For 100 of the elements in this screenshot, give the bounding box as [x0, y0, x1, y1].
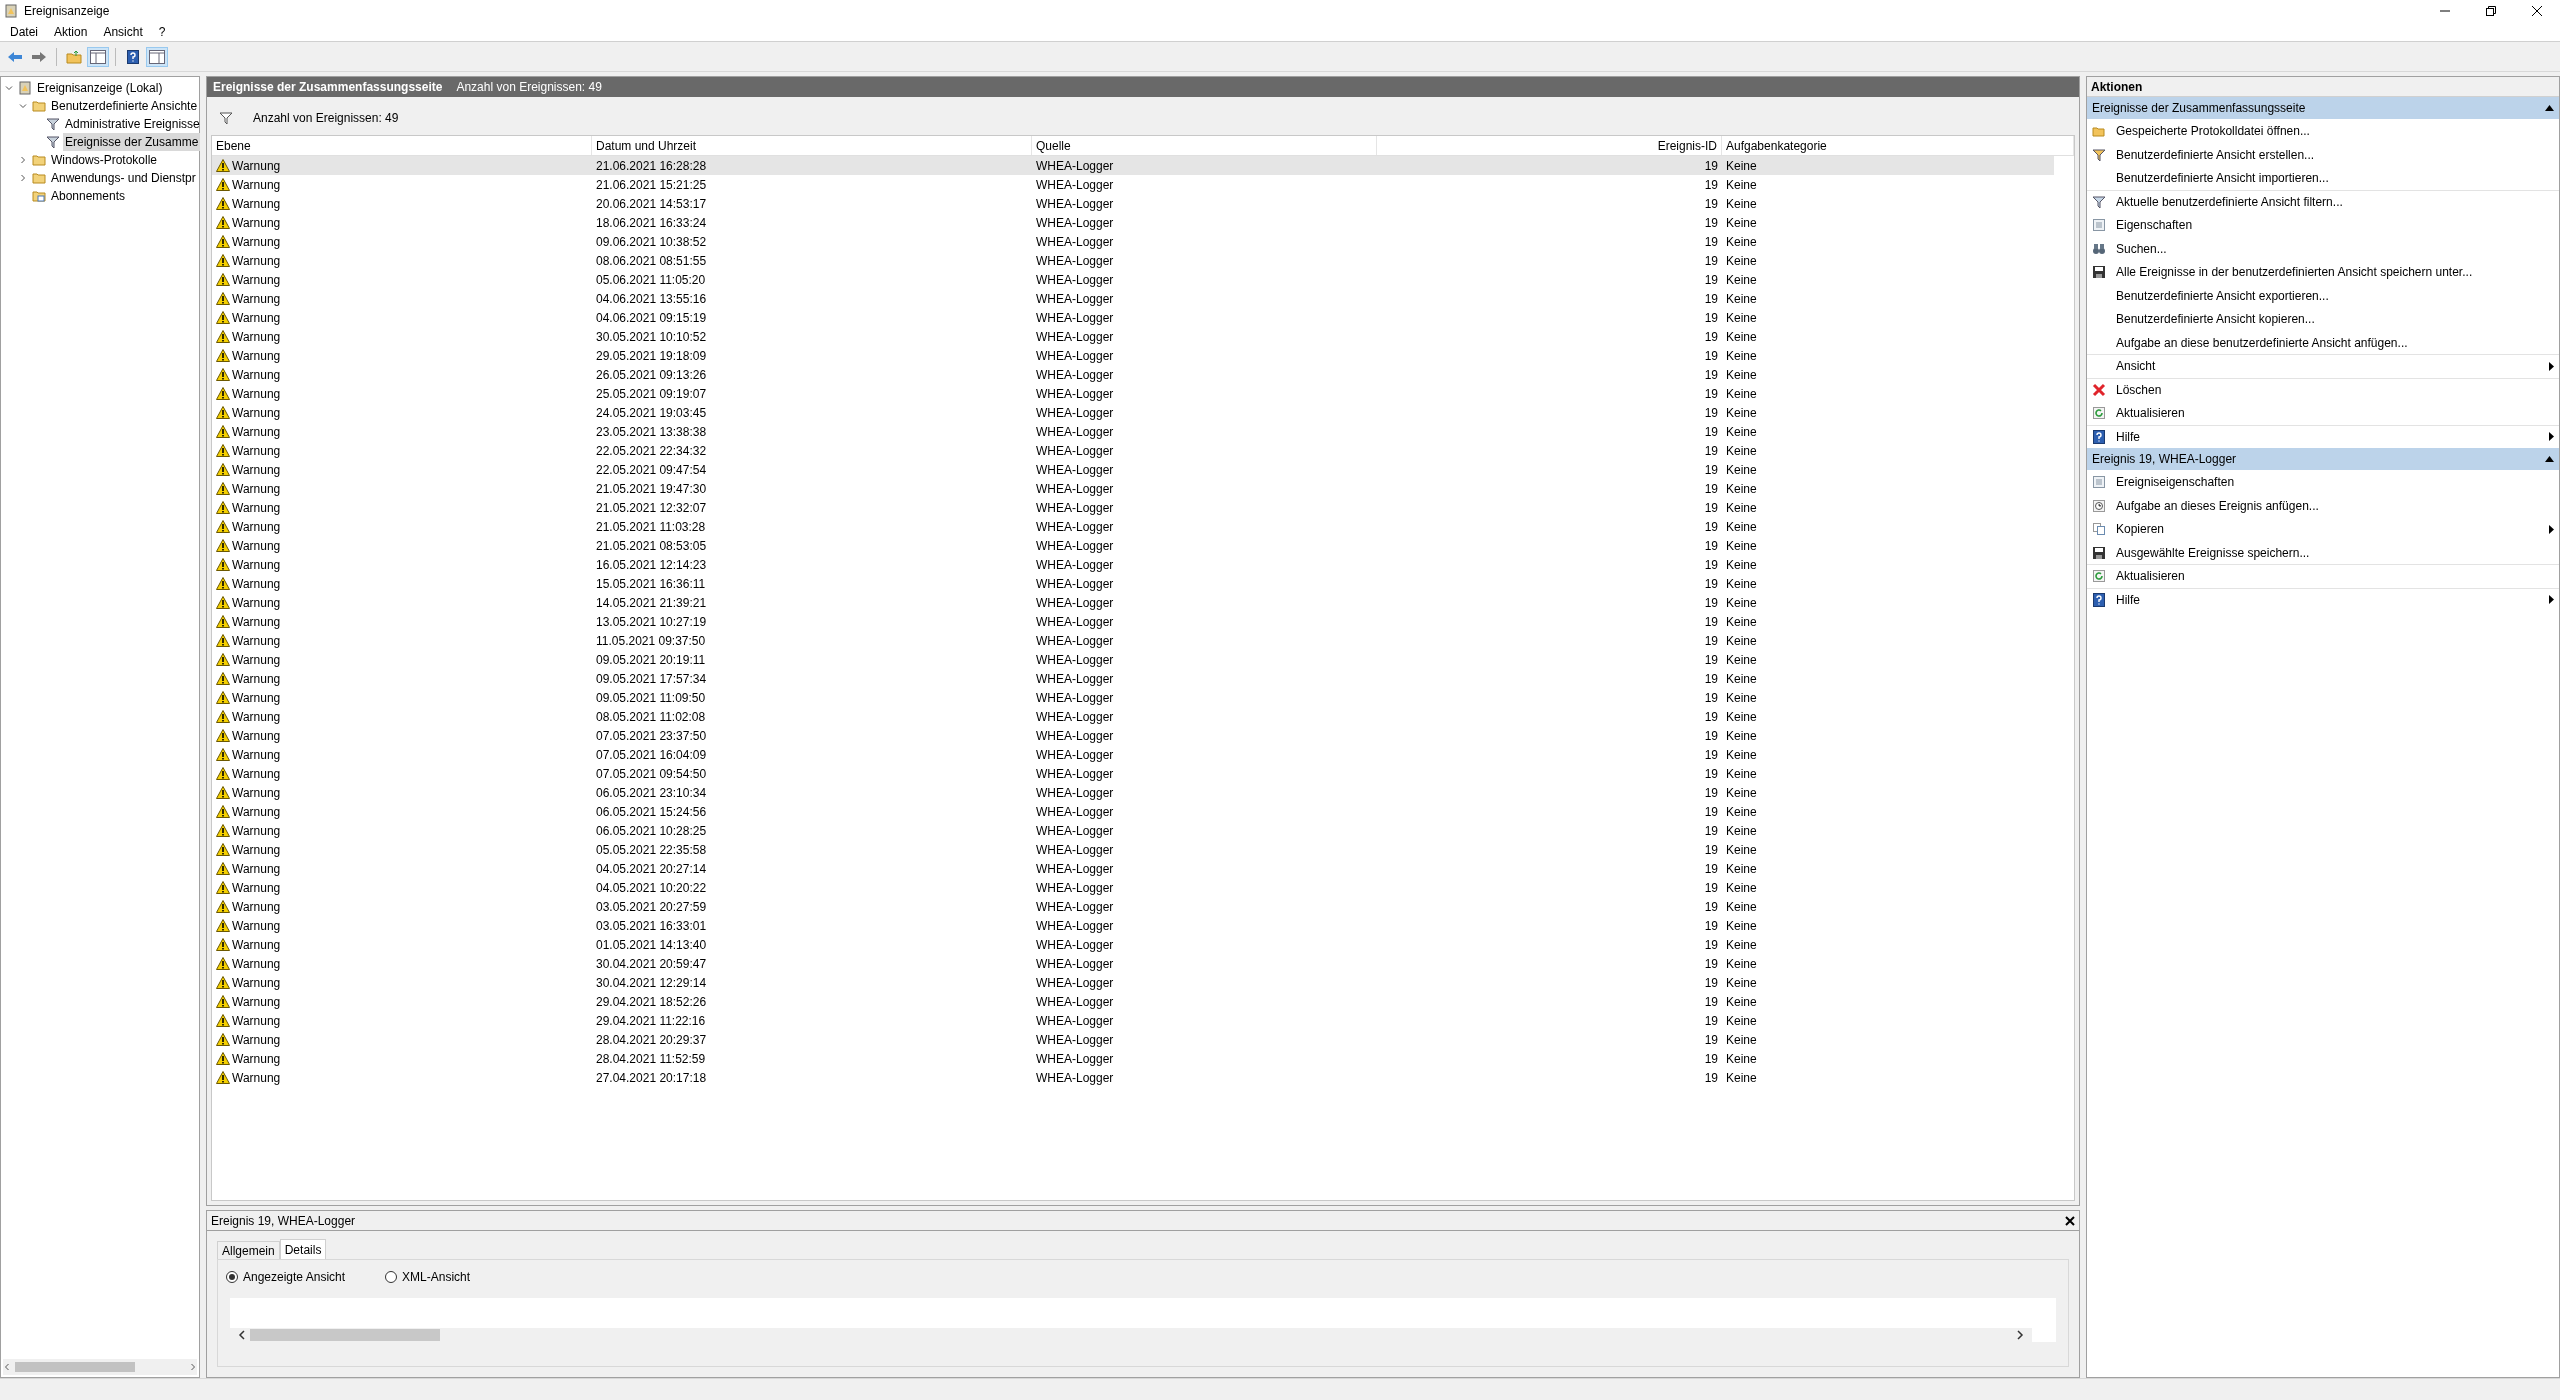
- table-row[interactable]: Warnung 30.05.2021 10:10:52 WHEA-Logger 19 Keine: [212, 327, 2054, 346]
- table-row[interactable]: Warnung 06.05.2021 23:10:34 WHEA-Logger 19 Keine: [212, 783, 2054, 802]
- table-row[interactable]: Warnung 30.04.2021 20:59:47 WHEA-Logger 19 Keine: [212, 954, 2054, 973]
- radio-button[interactable]: [385, 1271, 398, 1283]
- table-row[interactable]: Warnung 07.05.2021 23:37:50 WHEA-Logger 19 Keine: [212, 726, 2054, 745]
- table-row[interactable]: Warnung 29.04.2021 18:52:26 WHEA-Logger 19 Keine: [212, 992, 2054, 1011]
- close-icon[interactable]: [2065, 1215, 2075, 1226]
- table-row[interactable]: Warnung 04.05.2021 20:27:14 WHEA-Logger 19 Keine: [212, 859, 2054, 878]
- table-row[interactable]: Warnung 28.04.2021 11:52:59 WHEA-Logger 19 Keine: [212, 1049, 2054, 1068]
- action-item[interactable]: Aktualisieren: [2087, 564, 2559, 588]
- column-header[interactable]: Quelle: [1032, 136, 1377, 155]
- action-item[interactable]: Benutzerdefinierte Ansicht erstellen...: [2087, 142, 2559, 166]
- tree-item[interactable]: Abonnements: [49, 187, 128, 205]
- action-item[interactable]: Hilfe: [2087, 587, 2559, 611]
- action-item[interactable]: Aufgabe an diese benutzerdefinierte Ansicht anfügen...: [2087, 330, 2559, 354]
- table-row[interactable]: Warnung 04.05.2021 10:20:22 WHEA-Logger 19 Keine: [212, 878, 2054, 897]
- menu-item[interactable]: Aktion: [54, 22, 88, 41]
- table-row[interactable]: Warnung 23.05.2021 13:38:38 WHEA-Logger 19 Keine: [212, 422, 2054, 441]
- radio-button[interactable]: [226, 1271, 238, 1283]
- table-row[interactable]: Warnung 18.06.2021 16:33:24 WHEA-Logger 19 Keine: [212, 213, 2054, 232]
- action-item[interactable]: Aufgabe an dieses Ereignis anfügen...: [2087, 493, 2559, 517]
- action-item[interactable]: Ausgewählte Ereignisse speichern...: [2087, 540, 2559, 564]
- column-header[interactable]: Ereignis-ID: [1377, 136, 1722, 155]
- table-row[interactable]: Warnung 07.05.2021 09:54:50 WHEA-Logger 19 Keine: [212, 764, 2054, 783]
- table-row[interactable]: Warnung 09.05.2021 20:19:11 WHEA-Logger 19 Keine: [212, 650, 2054, 669]
- table-row[interactable]: Warnung 03.05.2021 16:33:01 WHEA-Logger 19 Keine: [212, 916, 2054, 935]
- tab[interactable]: Details: [279, 1239, 327, 1259]
- tree-item[interactable]: Benutzerdefinierte Ansichte: [49, 97, 200, 115]
- action-item[interactable]: Benutzerdefinierte Ansicht exportieren...: [2087, 283, 2559, 307]
- menu-item[interactable]: ?: [158, 22, 166, 41]
- section-header[interactable]: Ereignis 19, WHEA-Logger: [2087, 448, 2559, 470]
- table-row[interactable]: Warnung 05.05.2021 22:35:58 WHEA-Logger 19 Keine: [212, 840, 2054, 859]
- action-item[interactable]: Gespeicherte Protokolldatei öffnen...: [2087, 119, 2559, 143]
- chevron-down-icon[interactable]: [19, 102, 27, 110]
- table-row[interactable]: Warnung 21.05.2021 12:32:07 WHEA-Logger 19 Keine: [212, 498, 2054, 517]
- table-row[interactable]: Warnung 05.06.2021 11:05:20 WHEA-Logger 19 Keine: [212, 270, 2054, 289]
- table-row[interactable]: Warnung 22.05.2021 22:34:32 WHEA-Logger 19 Keine: [212, 441, 2054, 460]
- action-item[interactable]: Aktuelle benutzerdefinierte Ansicht filtern...: [2087, 189, 2559, 213]
- table-row[interactable]: Warnung 26.05.2021 09:13:26 WHEA-Logger 19 Keine: [212, 365, 2054, 384]
- table-row[interactable]: Warnung 09.05.2021 17:57:34 WHEA-Logger 19 Keine: [212, 669, 2054, 688]
- table-row[interactable]: Warnung 22.05.2021 09:47:54 WHEA-Logger 19 Keine: [212, 460, 2054, 479]
- table-row[interactable]: Warnung 25.05.2021 09:19:07 WHEA-Logger 19 Keine: [212, 384, 2054, 403]
- table-cell-text: WHEA-Logger: [1035, 328, 1115, 346]
- chevron-right-icon[interactable]: [2016, 1330, 2024, 1340]
- table-row[interactable]: Warnung 21.05.2021 19:47:30 WHEA-Logger 19 Keine: [212, 479, 2054, 498]
- column-header[interactable]: Ebene: [212, 136, 592, 155]
- collapse-arrow-icon[interactable]: [2545, 456, 2554, 462]
- tree-item[interactable]: Anwendungs- und Dienstpr: [49, 169, 198, 187]
- menu-item[interactable]: Datei: [10, 22, 38, 41]
- tree-item[interactable]: Ereignisse der Zusamme: [63, 133, 201, 151]
- section-header[interactable]: Ereignisse der Zusammenfassungsseite: [2087, 97, 2559, 119]
- table-row[interactable]: Warnung 27.04.2021 20:17:18 WHEA-Logger 19 Keine: [212, 1068, 2054, 1087]
- table-row[interactable]: Warnung 09.06.2021 10:38:52 WHEA-Logger 19 Keine: [212, 232, 2054, 251]
- table-row[interactable]: Warnung 08.06.2021 08:51:55 WHEA-Logger 19 Keine: [212, 251, 2054, 270]
- table-row[interactable]: Warnung 20.06.2021 14:53:17 WHEA-Logger 19 Keine: [212, 194, 2054, 213]
- table-row[interactable]: Warnung 30.04.2021 12:29:14 WHEA-Logger 19 Keine: [212, 973, 2054, 992]
- table-row[interactable]: Warnung 29.04.2021 11:22:16 WHEA-Logger 19 Keine: [212, 1011, 2054, 1030]
- action-item[interactable]: Benutzerdefinierte Ansicht kopieren...: [2087, 307, 2559, 331]
- action-item[interactable]: Suchen...: [2087, 236, 2559, 260]
- table-row[interactable]: Warnung 16.05.2021 12:14:23 WHEA-Logger 19 Keine: [212, 555, 2054, 574]
- action-item[interactable]: Aktualisieren: [2087, 401, 2559, 425]
- table-row[interactable]: Warnung 01.05.2021 14:13:40 WHEA-Logger 19 Keine: [212, 935, 2054, 954]
- table-row[interactable]: Warnung 21.06.2021 15:21:25 WHEA-Logger 19 Keine: [212, 175, 2054, 194]
- table-row[interactable]: Warnung 24.05.2021 19:03:45 WHEA-Logger 19 Keine: [212, 403, 2054, 422]
- chevron-down-icon[interactable]: [5, 84, 13, 92]
- table-row[interactable]: Warnung 28.04.2021 20:29:37 WHEA-Logger 19 Keine: [212, 1030, 2054, 1049]
- action-item[interactable]: Löschen: [2087, 377, 2559, 401]
- table-row[interactable]: Warnung 09.05.2021 11:09:50 WHEA-Logger 19 Keine: [212, 688, 2054, 707]
- table-row[interactable]: Warnung 03.05.2021 20:27:59 WHEA-Logger 19 Keine: [212, 897, 2054, 916]
- action-item[interactable]: Kopieren: [2087, 517, 2559, 541]
- action-item[interactable]: Eigenschaften: [2087, 213, 2559, 237]
- table-row[interactable]: Warnung 21.06.2021 16:28:28 WHEA-Logger 19 Keine: [212, 156, 2054, 175]
- collapse-arrow-icon[interactable]: [2545, 105, 2554, 111]
- tree-item[interactable]: Windows-Protokolle: [49, 151, 160, 169]
- action-item[interactable]: Ereigniseigenschaften: [2087, 470, 2559, 494]
- table-row[interactable]: Warnung 06.05.2021 15:24:56 WHEA-Logger 19 Keine: [212, 802, 2054, 821]
- table-row[interactable]: Warnung 21.05.2021 08:53:05 WHEA-Logger 19 Keine: [212, 536, 2054, 555]
- table-row[interactable]: Warnung 29.05.2021 19:18:09 WHEA-Logger 19 Keine: [212, 346, 2054, 365]
- table-row[interactable]: Warnung 08.05.2021 11:02:08 WHEA-Logger 19 Keine: [212, 707, 2054, 726]
- chevron-left-icon[interactable]: [238, 1330, 246, 1340]
- action-item[interactable]: Ansicht: [2087, 354, 2559, 378]
- tree-item[interactable]: Ereignisanzeige (Lokal): [35, 79, 165, 97]
- table-row[interactable]: Warnung 11.05.2021 09:37:50 WHEA-Logger 19 Keine: [212, 631, 2054, 650]
- tab[interactable]: Allgemein: [217, 1241, 280, 1259]
- table-row[interactable]: Warnung 04.06.2021 09:15:19 WHEA-Logger 19 Keine: [212, 308, 2054, 327]
- action-item[interactable]: Benutzerdefinierte Ansicht importieren...: [2087, 166, 2559, 190]
- column-header[interactable]: Aufgabenkategorie: [1722, 136, 2074, 155]
- show-actions-button[interactable]: [146, 46, 168, 67]
- column-header[interactable]: Datum und Uhrzeit: [592, 136, 1032, 155]
- menu-item[interactable]: Ansicht: [103, 22, 143, 41]
- table-row[interactable]: Warnung 07.05.2021 16:04:09 WHEA-Logger 19 Keine: [212, 745, 2054, 764]
- show-tree-button[interactable]: [87, 46, 109, 67]
- tree-item[interactable]: Administrative Ereignisse: [63, 115, 202, 133]
- table-row[interactable]: Warnung 06.05.2021 10:28:25 WHEA-Logger 19 Keine: [212, 821, 2054, 840]
- table-row[interactable]: Warnung 21.05.2021 11:03:28 WHEA-Logger 19 Keine: [212, 517, 2054, 536]
- table-row[interactable]: Warnung 15.05.2021 16:36:11 WHEA-Logger 19 Keine: [212, 574, 2054, 593]
- table-row[interactable]: Warnung 04.06.2021 13:55:16 WHEA-Logger 19 Keine: [212, 289, 2054, 308]
- table-row[interactable]: Warnung 14.05.2021 21:39:21 WHEA-Logger 19 Keine: [212, 593, 2054, 612]
- table-row[interactable]: Warnung 13.05.2021 10:27:19 WHEA-Logger 19 Keine: [212, 612, 2054, 631]
- action-item[interactable]: Alle Ereignisse in der benutzerdefinierten Ansicht speichern unter...: [2087, 260, 2559, 284]
